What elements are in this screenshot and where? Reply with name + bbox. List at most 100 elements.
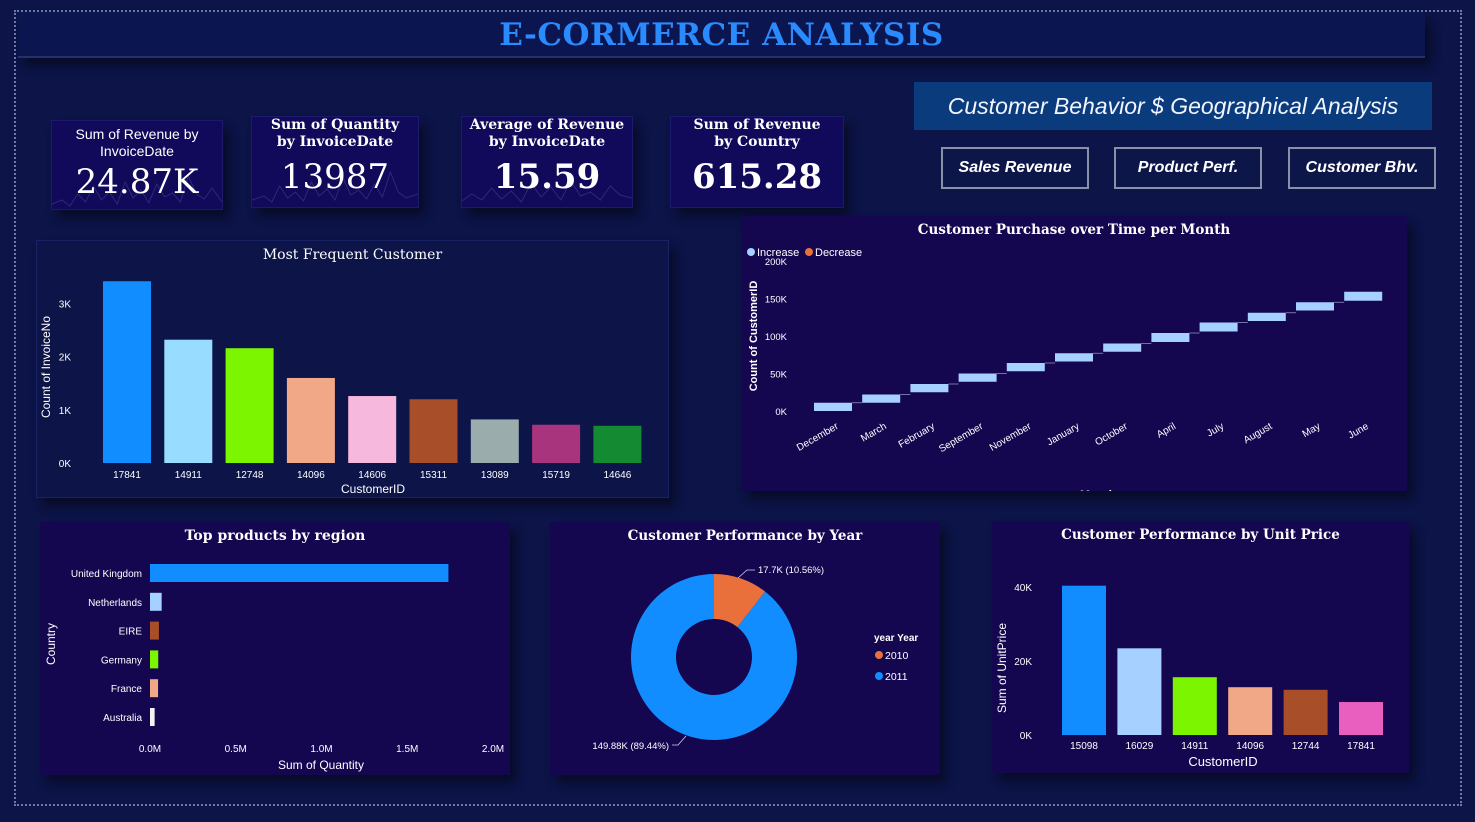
x-tick-label: August [1242,421,1275,446]
x-tick-label: 14911 [175,470,203,481]
kpi-label: Average of Revenue by InvoiceDate [469,117,625,150]
bar-14911 [164,339,213,463]
x-axis-label: Month [1080,488,1116,491]
legend-marker [875,672,883,680]
x-tick-label: 12744 [1292,741,1320,752]
x-tick-label: February [897,421,937,451]
bar-france [150,679,159,698]
x-tick-label: October [1093,421,1130,449]
bar-december [814,402,852,411]
sales-revenue-button[interactable]: Sales Revenue [941,147,1089,189]
bar-15311 [409,399,458,463]
data-label: 149.88K (89.44%) [592,741,669,752]
y-axis-label: Country [44,623,58,665]
bar-april [1151,333,1190,342]
kpi-average-revenue: Average of Revenue by InvoiceDate 15.59 [461,116,633,208]
x-tick-label: November [988,421,1034,454]
region-bar-chart: United Kingdom Netherlands EIRE Germany Fran… [44,564,504,772]
data-label: 17.7K (10.56%) [758,565,824,576]
chart-title: Customer Performance by Unit Price [1061,527,1340,543]
customer-bhv-button[interactable]: Customer Bhv. [1288,147,1436,189]
legend-label: 2011 [885,671,908,683]
bar-july [1199,322,1238,332]
x-axis-label: CustomerID [1188,754,1257,769]
x-tick-label: 0.5M [225,744,247,755]
y-tick-label: 0K [59,459,72,470]
x-tick-label: 17841 [1347,741,1375,752]
product-perf-button[interactable]: Product Perf. [1114,147,1262,189]
bar-15098 [1062,585,1106,735]
y-tick-label: France [111,684,143,695]
year-donut-chart: 17.7K (10.56%) 149.88K (89.44%) year Year 2… [592,565,918,752]
page-title: E-CORMERCE ANALYSIS [499,17,944,53]
bar-netherlands [150,592,162,611]
y-tick-label: 1K [59,406,72,417]
kpi-revenue-country: Sum of Revenue by Country 615.28 [670,116,844,208]
chart-title: Most Frequent Customer [262,247,443,263]
kpi-value: 615.28 [691,157,823,197]
x-axis-label: Sum of Quantity [278,758,364,772]
bar-12748 [225,348,274,463]
y-axis-label: Sum of UnitPrice [995,623,1009,713]
performance-by-year-card: Customer Performance by Year 17.7K (10.5… [550,522,940,775]
bar-12744 [1283,689,1328,735]
kpi-label: Sum of Revenue by InvoiceDate [75,126,199,159]
bar-may [1296,302,1334,311]
bar-australia [150,708,155,726]
legend-marker [875,651,883,659]
label-leader [737,569,755,579]
x-tick-label: 1.5M [396,744,418,755]
y-tick-label: 150K [765,295,788,306]
x-tick-label: 15719 [542,470,570,481]
bar-15719 [532,424,581,463]
y-tick-label: 50K [770,370,788,381]
bar-14911 [1172,677,1217,735]
subtitle-text: Customer Behavior $ Geographical Analysi… [947,93,1399,119]
unit-price-bar-chart: 15098 16029 14911 14096 12744 17841 0K 20K 40K Cu… [995,583,1383,769]
x-tick-label: 1.0M [310,744,332,755]
x-tick-label: 2.0M [482,744,504,755]
y-tick-label: Germany [101,655,142,666]
y-axis-label: Count of InvoiceNo [39,316,53,418]
x-tick-label: April [1155,421,1178,441]
x-tick-label: 14646 [603,470,631,481]
kpi-label: Sum of Revenue by Country [693,117,821,150]
chart-title: Customer Purchase over Time per Month [917,222,1231,238]
purchase-waterfall-chart: Increase Decrease0K50K100K150K200KDecembe… [747,247,1383,491]
y-tick-label: 0K [1020,731,1033,742]
x-tick-label: 17841 [113,470,141,481]
kpi-value: 24.87K [75,162,199,202]
legend-label: 2010 [885,650,909,662]
x-tick-label: June [1346,421,1371,442]
x-tick-label: July [1205,421,1226,439]
bar-march [862,394,901,403]
x-tick-label: March [859,421,889,444]
x-tick-label: May [1301,421,1323,440]
bar-17841 [103,281,151,463]
x-tick-label: 13089 [481,470,509,481]
subtitle-banner: Customer Behavior $ Geographical Analysi… [914,82,1432,130]
legend-title: year Year [874,633,918,644]
most-frequent-customer-card: Most Frequent Customer 17841 14911 12748 14… [36,240,669,498]
y-tick-label: EIRE [119,627,143,638]
bar-germany [150,650,159,669]
x-tick-label: 14096 [1236,741,1264,752]
y-tick-label: 100K [765,332,788,343]
bar-14096 [1228,687,1273,735]
x-tick-label: December [795,421,841,454]
bar-united-kingdom [150,564,449,582]
y-tick-label: Australia [103,713,142,724]
bar-17841 [1339,702,1383,735]
kpi-label: Sum of Quantity by InvoiceDate [270,117,400,150]
y-tick-label: 200K [765,257,788,268]
purchase-over-time-card: Customer Purchase over Time per Month In… [741,216,1407,491]
x-tick-label: 16029 [1125,741,1153,752]
legend-marker [805,248,813,256]
chart-title: Customer Performance by Year [627,528,863,544]
y-tick-label: 2K [59,353,72,364]
x-tick-label: 14606 [358,470,386,481]
kpi-value: 13987 [280,157,390,197]
kpi-value: 15.59 [493,157,601,197]
kpi-revenue-invoicedate: Sum of Revenue by InvoiceDate 24.87K [51,120,223,210]
bar-14606 [348,396,397,463]
